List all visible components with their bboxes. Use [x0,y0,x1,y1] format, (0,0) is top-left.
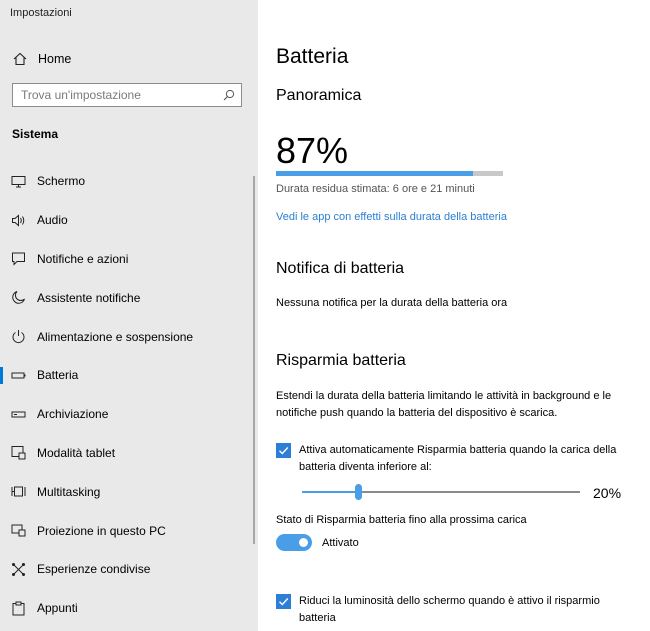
battery-level-bar [276,171,503,176]
apps-battery-link[interactable]: Vedi le app con effetti sulla durata del… [276,211,507,223]
home-icon [12,51,28,67]
sidebar-scrollbar[interactable] [253,176,255,544]
brightness-option: Riduci la luminosità dello schermo quand… [276,593,600,627]
auto-saver-option: Attiva automaticamente Risparmia batteri… [276,442,616,476]
toggle-state-label: Attivato [322,536,359,549]
sidebar-item-label: Assistente notifiche [37,290,141,305]
notification-icon [11,251,26,267]
sidebar-item-label: Batteria [37,368,79,383]
threshold-slider[interactable] [302,484,580,502]
sidebar-item-label: Audio [37,213,68,228]
brightness-checkbox[interactable] [276,594,291,609]
storage-icon [11,407,26,422]
multitasking-icon [11,484,26,499]
sidebar-item-notifiche[interactable]: Notifiche e azioni [0,240,258,279]
sidebar-item-audio[interactable]: Audio [0,201,258,240]
threshold-value: 20% [593,485,622,501]
sidebar-item-appunti[interactable]: Appunti [0,589,258,628]
sidebar-item-label: Schermo [37,174,86,189]
sidebar-item-proiezione[interactable]: Proiezione in questo PC [0,511,258,550]
brightness-label: batteria [299,612,336,624]
main-content: Batteria Panoramica 87% Durata residua s… [276,0,650,631]
saver-description: Estendi la durata della batteria limitan… [276,388,611,422]
search-input[interactable] [21,88,223,102]
auto-saver-checkbox[interactable] [276,443,291,458]
home-label: Home [38,52,72,66]
projection-icon [11,523,26,538]
saver-description-line: Estendi la durata della batteria limitan… [276,390,612,402]
saver-status-toggle[interactable] [276,534,312,551]
sidebar: Impostazioni Home Sistema Schermo Audio … [0,0,258,631]
sidebar-item-label: Notifiche e azioni [37,251,129,266]
sidebar-item-assistente-notifiche[interactable]: Assistente notifiche [0,278,258,317]
slider-thumb[interactable] [355,484,362,500]
remaining-time: Durata residua stimata: 6 ore e 21 minut… [276,183,475,195]
overview-heading: Panoramica [276,87,362,104]
sidebar-item-label: Alimentazione e sospensione [37,329,194,344]
notification-text: Nessuna notifica per la durata della bat… [276,297,508,309]
battery-icon [11,368,26,383]
checkmark-icon [279,447,289,455]
tablet-icon [11,445,26,460]
sidebar-item-alimentazione[interactable]: Alimentazione e sospensione [0,317,258,356]
home-nav-item[interactable]: Home [12,50,71,68]
sidebar-item-label: Archiviazione [37,407,109,422]
sidebar-nav: Schermo Audio Notifiche e azioni Assiste… [0,162,258,628]
sidebar-item-archiviazione[interactable]: Archiviazione [0,395,258,434]
saver-heading: Risparmia batteria [276,352,406,369]
checkmark-icon [279,598,289,606]
clipboard-icon [11,601,26,616]
saver-description-line: notifiche push quando la batteria del di… [276,407,558,419]
sidebar-item-label: Proiezione in questo PC [37,523,166,538]
page-title: Batteria [276,45,349,68]
shared-icon [11,562,26,577]
sidebar-item-label: Multitasking [37,484,101,499]
brightness-label: Riduci la luminosità dello schermo quand… [299,595,600,607]
sidebar-item-label: Modalità tablet [37,445,116,460]
sidebar-item-esperienze-condivise[interactable]: Esperienze condivise [0,550,258,589]
moon-icon [11,290,26,305]
search-icon[interactable] [223,89,235,101]
battery-level-fill [276,171,474,176]
sidebar-item-batteria[interactable]: Batteria [0,356,258,395]
battery-percent: 87% [276,130,349,171]
slider-track-fill [302,491,358,493]
notification-heading: Notifica di batteria [276,260,405,277]
saver-status-label: Stato di Risparmia batteria fino alla pr… [276,514,527,526]
sidebar-item-multitasking[interactable]: Multitasking [0,472,258,511]
window-title: Impostazioni [10,7,72,19]
speaker-icon [11,213,26,228]
auto-saver-label: Attiva automaticamente Risparmia batteri… [299,444,617,456]
sidebar-item-label: Appunti [37,601,78,616]
saver-status-toggle-row: Attivato [276,534,359,551]
power-icon [11,329,26,344]
search-box[interactable] [12,83,242,107]
toggle-knob [299,538,308,547]
sidebar-item-modalita-tablet[interactable]: Modalità tablet [0,434,258,473]
monitor-icon [11,174,26,189]
sidebar-item-label: Esperienze condivise [37,562,151,577]
sidebar-item-schermo[interactable]: Schermo [0,162,258,201]
section-title: Sistema [12,127,59,141]
auto-saver-label: batteria diventa inferiore al: [299,461,432,473]
